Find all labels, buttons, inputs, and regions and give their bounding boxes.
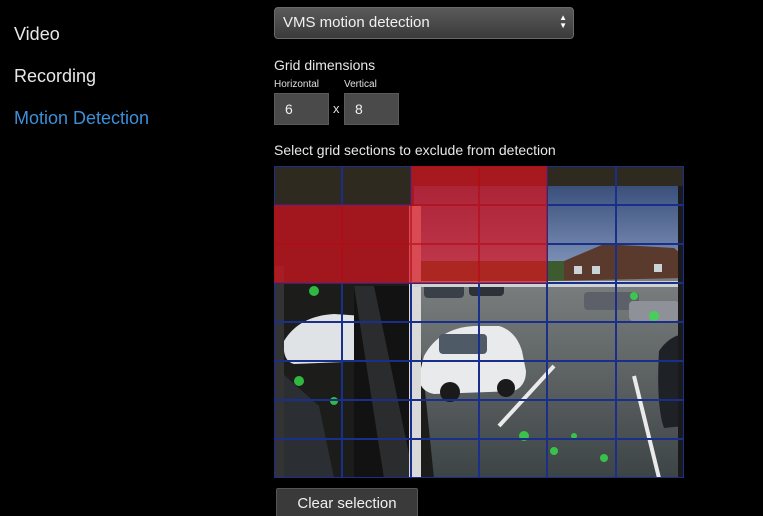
grid-cell[interactable] xyxy=(410,439,479,478)
grid-cell[interactable] xyxy=(615,166,684,205)
select-arrows-icon: ▲ ▼ xyxy=(559,13,567,30)
clear-selection-button[interactable]: Clear selection xyxy=(276,488,418,516)
grid-cell[interactable] xyxy=(547,205,616,244)
grid-cell[interactable] xyxy=(479,166,548,205)
grid-cell[interactable] xyxy=(410,361,479,400)
grid-cell[interactable] xyxy=(479,244,548,283)
grid-cell[interactable] xyxy=(547,244,616,283)
grid-cell[interactable] xyxy=(410,322,479,361)
detection-type-select[interactable]: VMS motion detection ▲ ▼ xyxy=(274,7,574,39)
grid-cell[interactable] xyxy=(547,400,616,439)
grid-cell[interactable] xyxy=(615,283,684,322)
grid-cell[interactable] xyxy=(547,283,616,322)
horizontal-input[interactable]: 6 xyxy=(274,93,329,125)
grid-cell[interactable] xyxy=(547,166,616,205)
detection-type-value: VMS motion detection xyxy=(283,14,430,31)
grid-cell[interactable] xyxy=(342,166,411,205)
grid-cell[interactable] xyxy=(547,361,616,400)
grid-dimensions-title: Grid dimensions xyxy=(274,57,376,73)
grid-cell[interactable] xyxy=(615,361,684,400)
grid-cell[interactable] xyxy=(274,322,343,361)
horizontal-label: Horizontal xyxy=(274,79,320,90)
grid-cell[interactable] xyxy=(342,439,411,478)
grid-cell[interactable] xyxy=(479,361,548,400)
grid-cell[interactable] xyxy=(274,361,343,400)
grid-cell[interactable] xyxy=(410,400,479,439)
grid-cell[interactable] xyxy=(342,205,411,244)
grid-cell[interactable] xyxy=(274,244,343,283)
grid-cell[interactable] xyxy=(274,166,343,205)
grid-cell[interactable] xyxy=(479,205,548,244)
grid-cell[interactable] xyxy=(274,400,343,439)
exclusion-grid-panel xyxy=(274,166,684,478)
grid-cell[interactable] xyxy=(342,244,411,283)
grid-cell[interactable] xyxy=(410,244,479,283)
grid-cell[interactable] xyxy=(615,439,684,478)
grid-cell[interactable] xyxy=(479,322,548,361)
grid-cell[interactable] xyxy=(615,322,684,361)
sidebar-item-recording[interactable]: Recording xyxy=(14,66,96,87)
grid-cell[interactable] xyxy=(342,400,411,439)
grid-cell[interactable] xyxy=(274,283,343,322)
grid-cell[interactable] xyxy=(615,205,684,244)
dimension-separator: x xyxy=(333,101,340,116)
grid-cell[interactable] xyxy=(342,322,411,361)
grid-cell[interactable] xyxy=(342,283,411,322)
grid-cell[interactable] xyxy=(547,439,616,478)
grid-cell[interactable] xyxy=(274,439,343,478)
grid-cell[interactable] xyxy=(410,205,479,244)
grid-cell[interactable] xyxy=(479,283,548,322)
grid-cell[interactable] xyxy=(479,400,548,439)
grid-cell[interactable] xyxy=(615,400,684,439)
grid-cell[interactable] xyxy=(547,322,616,361)
grid-cell[interactable] xyxy=(274,205,343,244)
grid-cell[interactable] xyxy=(342,361,411,400)
sidebar-item-motion-detection[interactable]: Motion Detection xyxy=(14,108,149,129)
vertical-label: Vertical xyxy=(344,79,377,90)
grid-cell[interactable] xyxy=(615,244,684,283)
vertical-input[interactable]: 8 xyxy=(344,93,399,125)
grid-cell[interactable] xyxy=(410,283,479,322)
grid-cell[interactable] xyxy=(410,166,479,205)
exclusion-grid xyxy=(274,166,684,478)
sidebar-item-video[interactable]: Video xyxy=(14,24,60,45)
grid-instructions: Select grid sections to exclude from det… xyxy=(274,142,556,158)
grid-cell[interactable] xyxy=(479,439,548,478)
